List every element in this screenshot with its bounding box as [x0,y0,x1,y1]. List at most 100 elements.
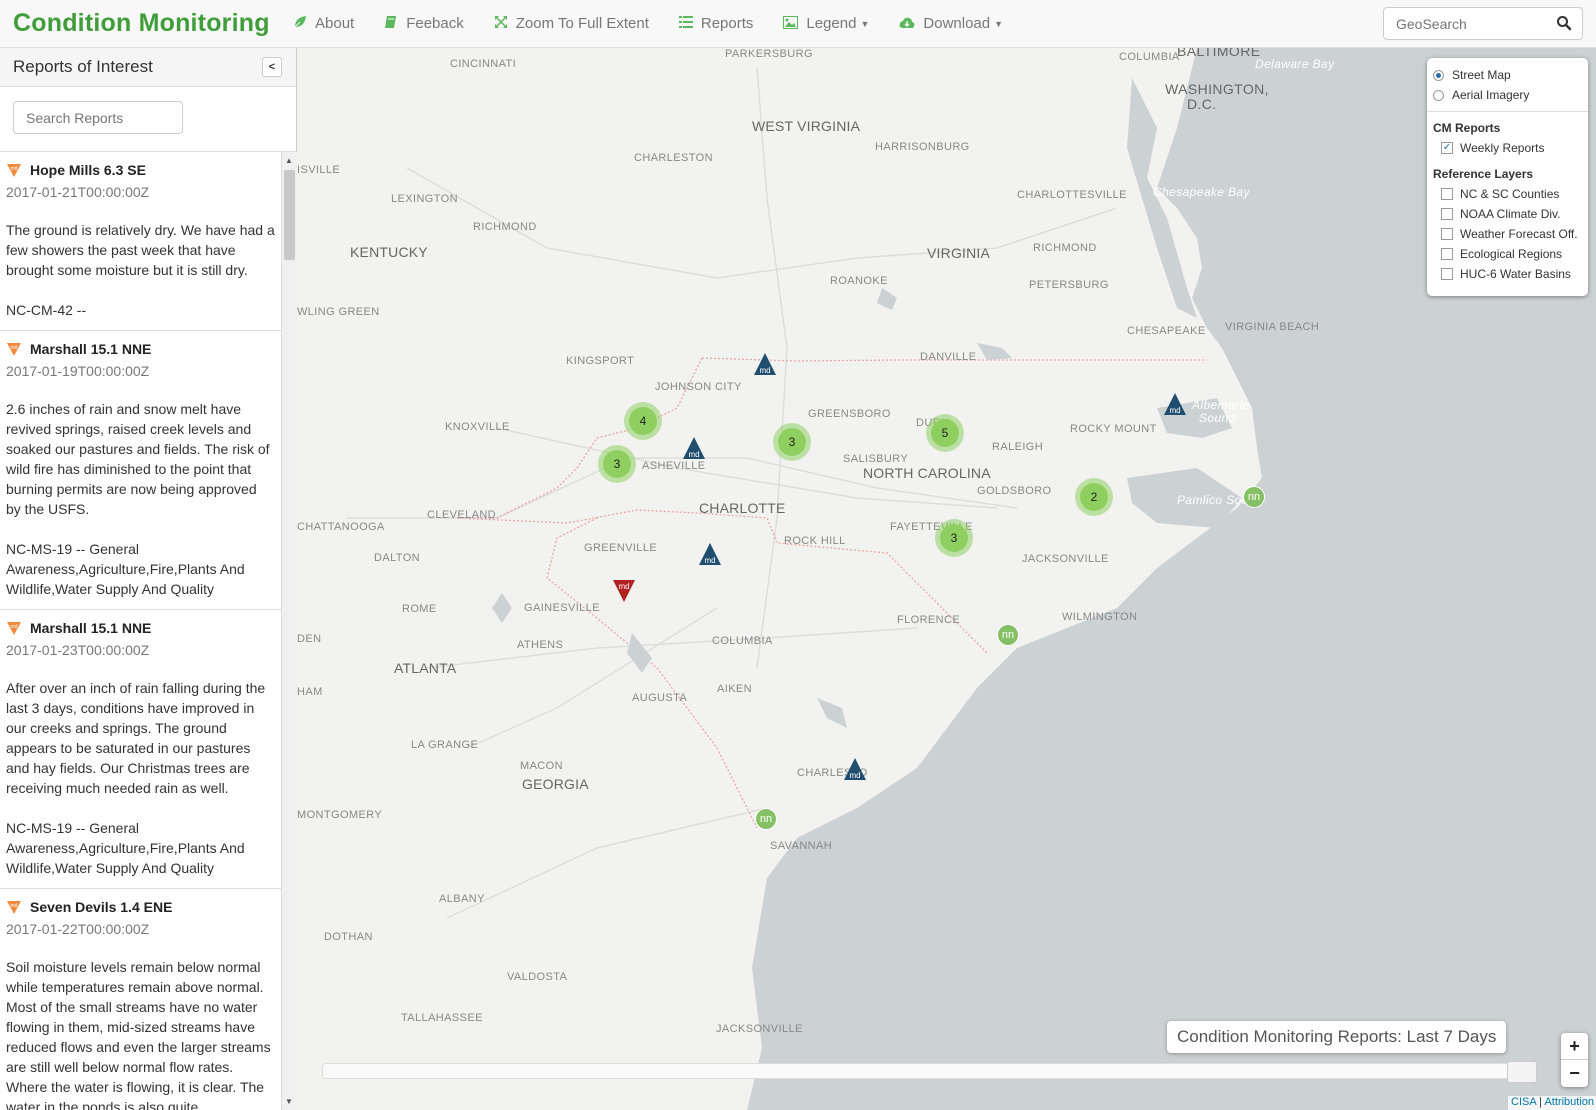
timeline-label: Condition Monitoring Reports: Last 7 Day… [1167,1021,1507,1053]
cisa-link[interactable]: CISA [1511,1096,1536,1108]
map-label-kentucky: KENTUCKY [350,244,428,260]
layer-ecological-regions[interactable]: Ecological Regions [1433,244,1582,264]
checkbox[interactable] [1441,248,1453,260]
map-label-lexington: LEXINGTON [391,193,458,205]
report-name: Hope Mills 6.3 SE [30,162,146,178]
report-cluster[interactable]: 4 [624,402,662,440]
zoom-in-button[interactable]: + [1561,1033,1588,1060]
search-icon[interactable] [1556,15,1572,31]
radio-unselected[interactable] [1433,89,1444,101]
base-layer-aerial-imagery[interactable]: Aerial Imagery [1433,85,1582,105]
nav-feedback[interactable]: Feeback [384,15,464,32]
report-item[interactable]: md Hope Mills 6.3 SE 2017-01-21T00:00:00… [0,152,281,331]
attribution-link[interactable]: Attribution [1544,1096,1594,1108]
time-slider-handle[interactable] [1507,1061,1537,1083]
map-label-charleston-wv: CHARLESTON [634,152,713,164]
map-label-den: DEN [297,633,322,645]
checkbox[interactable] [1441,228,1453,240]
report-date: 2017-01-23T00:00:00Z [6,642,150,658]
scroll-thumb[interactable] [284,170,295,260]
checkbox[interactable] [1441,268,1453,280]
map-label-danville: DANVILLE [920,351,977,363]
report-item[interactable]: md Seven Devils 1.4 ENE 2017-01-22T00:00… [0,889,281,1110]
nav-download[interactable]: Download ▼ [899,15,1003,32]
reference-layers-heading: Reference Layers [1433,167,1534,181]
nav-reports[interactable]: Reports [678,15,753,32]
map-label-chesapeake-bay: Chesapeake Bay [1153,185,1250,199]
map-label-albany: ALBANY [439,893,485,905]
svg-text:md: md [1169,406,1180,415]
radio-selected[interactable] [1433,69,1444,81]
checkbox-checked[interactable]: ✓ [1441,142,1453,154]
checkbox[interactable] [1441,208,1453,220]
nav-feedback-label: Feeback [406,15,464,32]
svg-text:md: md [11,166,18,172]
md-report-marker[interactable]: md [682,436,706,460]
report-cluster[interactable]: 2 [1075,478,1113,516]
report-item[interactable]: md Marshall 15.1 NNE 2017-01-19T00:00:00… [0,331,281,610]
scroll-down-icon[interactable]: ▼ [285,1097,293,1106]
time-slider[interactable] [322,1061,1537,1083]
nav-legend[interactable]: Legend ▼ [783,15,869,32]
checkbox[interactable] [1441,188,1453,200]
layer-divider [1427,111,1588,112]
layer-weather-forecast-off[interactable]: Weather Forecast Off. [1433,224,1582,244]
layer-weekly-reports[interactable]: ✓ Weekly Reports [1433,138,1582,158]
nn-report-marker[interactable]: nn [1243,486,1265,508]
map-label-jacksonville-nc: JACKSONVILLE [1022,553,1109,565]
map-label-tallahassee: TALLAHASSEE [401,1012,483,1024]
scroll-up-icon[interactable]: ▲ [285,156,293,165]
report-cluster[interactable]: 5 [926,414,964,452]
map-label-petersburg: PETERSBURG [1029,279,1109,291]
zoom-out-button[interactable]: − [1561,1060,1588,1087]
report-text: 2.6 inches of rain and snow melt have re… [6,401,270,517]
picture-icon [783,15,799,32]
report-cluster[interactable]: 3 [773,423,811,461]
map-label-west-virginia: WEST VIRGINIA [752,118,861,134]
md-report-marker[interactable]: md [1163,392,1187,416]
map-label-charlotte: CHARLOTTE [699,500,786,516]
nav-about[interactable]: About [293,15,354,32]
map-label-greenville: GREENVILLE [584,542,658,554]
map-label-columbia-md: COLUMBIA [1119,51,1180,63]
md-report-marker[interactable]: md [753,352,777,376]
map-label-richmond-va: RICHMOND [1033,242,1097,254]
report-cluster[interactable]: 3 [598,445,636,483]
layer-nc-sc-counties[interactable]: NC & SC Counties [1433,184,1582,204]
fullscreen-icon [494,15,508,32]
nn-report-marker[interactable]: nn [997,624,1019,646]
map-label-savannah: SAVANNAH [770,840,833,852]
md-report-marker[interactable]: md [843,757,867,781]
report-list-scrollbar[interactable]: ▲ ▼ [281,152,297,1110]
map-label-albemarle-sound: Albemarle [1192,398,1250,412]
caret-down-icon: ▼ [860,18,870,29]
base-layer-street-map[interactable]: Street Map [1433,65,1582,85]
navbar: Condition Monitoring About Feeback Zoom … [0,0,1596,48]
brand-title[interactable]: Condition Monitoring [0,9,293,38]
layer-label: NOAA Climate Div. [1460,207,1561,221]
search-reports-input[interactable] [13,101,183,134]
map[interactable]: CINCINNATI PARKERSBURG BALTIMORE WASHING… [297,48,1596,1110]
map-label-johnson-city: JOHNSON CITY [655,381,742,393]
map-label-washington: WASHINGTON, [1165,81,1269,97]
sidebar: Reports of Interest < md Hope Mills 6.3 … [0,48,297,1110]
md-report-marker[interactable]: md [698,542,722,566]
collapse-sidebar-button[interactable]: < [262,57,282,77]
layer-noaa-climate-div[interactable]: NOAA Climate Div. [1433,204,1582,224]
md-report-marker-inverted[interactable]: md [612,579,636,603]
report-cluster[interactable]: 3 [935,519,973,557]
sidebar-header: Reports of Interest < [0,48,296,87]
report-item[interactable]: md Marshall 15.1 NNE 2017-01-23T00:00:00… [0,610,281,889]
nav-zoom-full-extent[interactable]: Zoom To Full Extent [494,15,649,32]
layer-huc6-water-basins[interactable]: HUC-6 Water Basins [1433,264,1582,284]
nn-report-marker[interactable]: nn [755,808,777,830]
map-label-la-grange: LA GRANGE [411,739,479,751]
map-label-valdosta: VALDOSTA [507,971,568,983]
layer-label: Ecological Regions [1460,247,1563,261]
map-label-knoxville: KNOXVILLE [445,421,510,433]
map-label-atlanta: ATLANTA [394,660,457,676]
report-name: Marshall 15.1 NNE [30,341,152,357]
geosearch-input[interactable] [1384,15,1544,32]
report-marker-icon: md [7,164,21,177]
sidebar-title: Reports of Interest [13,57,153,76]
